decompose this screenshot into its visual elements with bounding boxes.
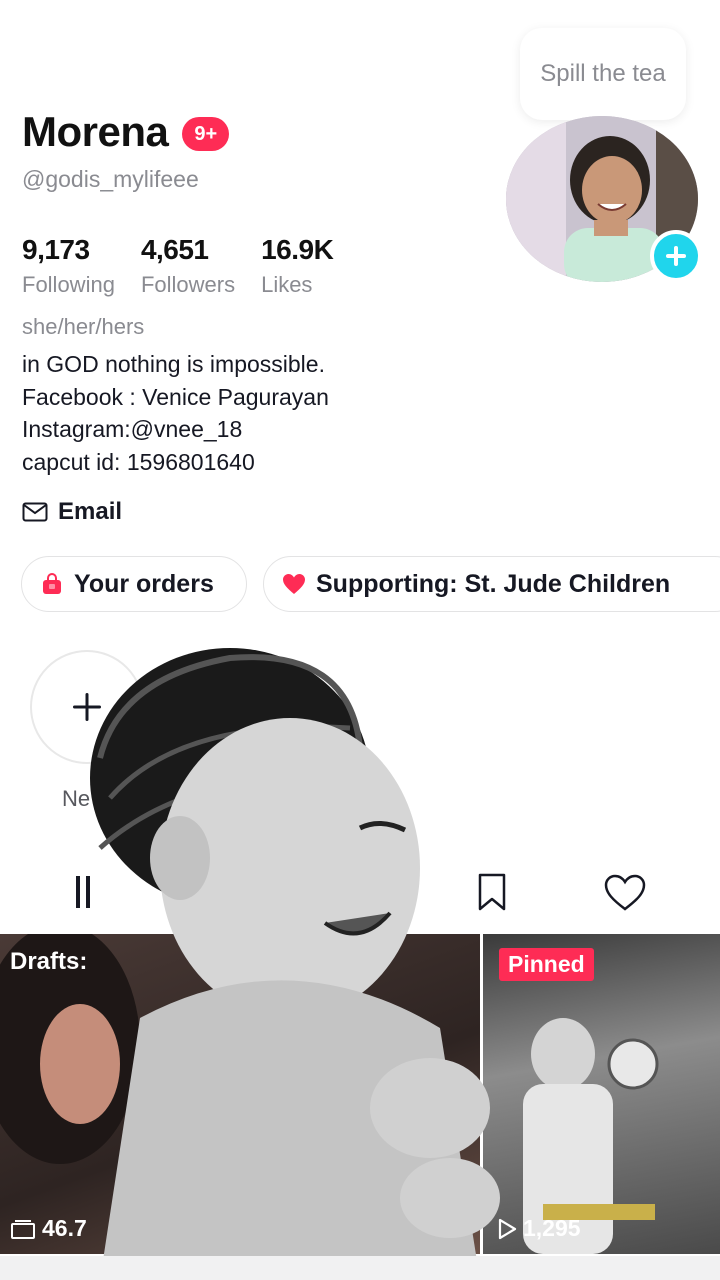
- profile-name-row: Morena 9+: [22, 108, 230, 156]
- pronouns: she/her/hers: [22, 314, 145, 339]
- profile-avatar[interactable]: [506, 116, 702, 282]
- following-label: Following: [22, 272, 115, 297]
- likes-label: Likes: [261, 272, 313, 297]
- email-label: Email: [58, 498, 123, 525]
- bio-line: Facebook : Venice Pagurayan: [22, 383, 329, 410]
- your-orders-label: Your orders: [74, 569, 214, 598]
- email-link[interactable]: Email: [22, 498, 122, 526]
- followers-label: Followers: [140, 272, 236, 297]
- stat-followers[interactable]: 4,651 Followers: [141, 234, 235, 298]
- baby-photo-overlay: [90, 648, 500, 1280]
- stat-following[interactable]: 9,173 Following: [22, 234, 115, 298]
- bio-line: capcut id: 1596801640: [22, 448, 255, 475]
- display-name: Morena: [22, 108, 169, 155]
- supporting-charity-button[interactable]: Supporting: St. Jude Children: [263, 556, 720, 612]
- bio-line: in GOD nothing is impossible.: [22, 351, 325, 377]
- likes-count: 16.9K: [261, 234, 334, 265]
- stat-likes[interactable]: 16.9K Likes: [261, 234, 334, 298]
- pinned-views-value: 1,295: [523, 1215, 581, 1241]
- shopping-bag-icon: [43, 573, 61, 594]
- avatar-bubble[interactable]: Spill the tea: [520, 28, 686, 120]
- profile-stats: 9,173 Following 4,651 Followers 16.9K Li…: [22, 234, 334, 298]
- followers-count: 4,651: [140, 234, 209, 265]
- username: @godis_mylifeee: [22, 166, 199, 192]
- your-orders-button[interactable]: Your orders: [21, 556, 247, 612]
- notification-badge[interactable]: 9+: [182, 117, 230, 151]
- mail-icon: [22, 502, 48, 522]
- grid-next-row: [0, 1256, 720, 1280]
- plus-icon: [666, 246, 686, 266]
- bio: in GOD nothing is impossible. Facebook :…: [22, 348, 329, 478]
- supporting-label: Supporting: St. Jude Children: [316, 569, 671, 598]
- following-count: 9,173: [22, 234, 90, 265]
- bio-line: Instagram:@vnee_18: [22, 416, 243, 442]
- heart-icon: [283, 574, 305, 594]
- liked-heart-icon[interactable]: [603, 874, 647, 912]
- add-avatar-button[interactable]: [650, 230, 702, 282]
- drafts-icon: [11, 1219, 35, 1239]
